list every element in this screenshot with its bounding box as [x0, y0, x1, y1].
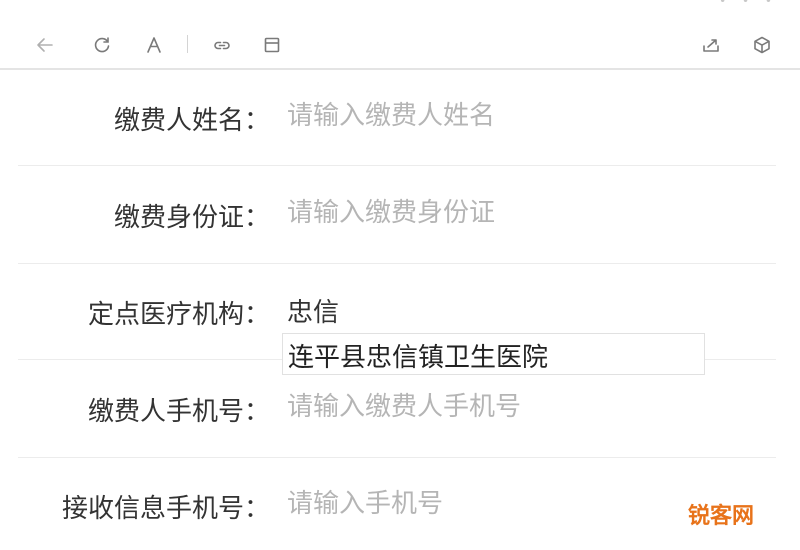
- payer-phone-label: 缴费人手机号：: [87, 397, 270, 427]
- browser-toolbar: • • •: [0, 0, 800, 70]
- row-divider: [18, 263, 776, 264]
- toolbar-separator: [187, 35, 188, 53]
- watermark-logo: 锐客网: [687, 504, 754, 529]
- back-arrow-icon[interactable]: [28, 28, 62, 62]
- link-icon[interactable]: [205, 28, 239, 62]
- notify-phone-input[interactable]: [287, 489, 747, 519]
- window-controls-icon[interactable]: • • •: [719, 0, 778, 8]
- payer-name-input[interactable]: [287, 101, 747, 131]
- payer-id-input[interactable]: [287, 198, 747, 228]
- suggestion-item[interactable]: 连平县忠信镇卫生医院: [288, 337, 548, 374]
- row-divider: [18, 165, 776, 166]
- institution-label: 定点医疗机构：: [87, 300, 270, 330]
- cube-icon[interactable]: [745, 28, 779, 62]
- notify-phone-label: 接收信息手机号：: [61, 494, 270, 524]
- payer-id-label: 缴费身份证：: [113, 203, 270, 233]
- refresh-icon[interactable]: [85, 28, 119, 62]
- row-divider: [18, 457, 776, 458]
- payer-name-label: 缴费人姓名：: [113, 106, 270, 136]
- share-icon[interactable]: [694, 28, 728, 62]
- institution-suggestion-dropdown: 连平县忠信镇卫生医院: [282, 333, 705, 375]
- payer-phone-input[interactable]: [287, 392, 747, 422]
- layout-icon[interactable]: [255, 28, 289, 62]
- font-size-icon[interactable]: [137, 28, 171, 62]
- institution-input[interactable]: [287, 295, 747, 325]
